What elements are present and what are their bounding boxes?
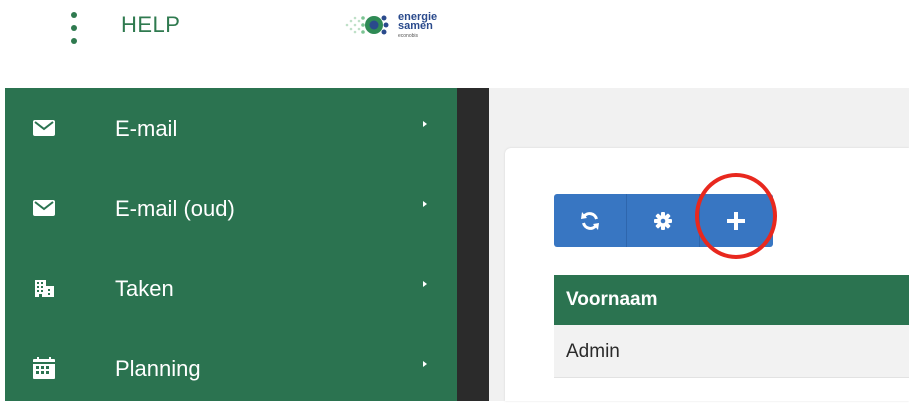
column-header-voornaam[interactable]: Voornaam <box>566 289 658 311</box>
envelope-icon <box>33 200 55 216</box>
chevron-right-icon <box>423 121 427 127</box>
logo-text-line3: econobis <box>398 33 419 39</box>
help-link[interactable]: HELP <box>121 12 180 38</box>
table-header: Voornaam <box>554 275 909 325</box>
top-bar: HELP energie samen econobis <box>0 0 909 88</box>
gear-icon <box>654 212 672 230</box>
sidebar-item-label: Planning <box>115 356 201 381</box>
envelope-icon <box>33 120 55 136</box>
sidebar-item-email[interactable]: E-mail <box>5 88 457 168</box>
calendar-icon <box>33 357 55 379</box>
chevron-right-icon <box>423 361 427 367</box>
table-cell: Admin <box>566 341 620 362</box>
chevron-right-icon <box>423 281 427 287</box>
sidebar-divider <box>457 88 489 401</box>
logo-mark-icon <box>345 15 389 35</box>
highlight-circle <box>695 173 777 259</box>
sidebar-item-label: Taken <box>115 276 174 301</box>
company-logo: energie samen econobis <box>344 8 454 42</box>
table-row[interactable]: Admin <box>554 325 909 378</box>
refresh-icon <box>581 212 599 230</box>
building-icon <box>35 280 54 297</box>
settings-button[interactable] <box>627 194 699 247</box>
sidebar-item-email-oud[interactable]: E-mail (oud) <box>5 168 457 248</box>
chevron-right-icon <box>423 201 427 207</box>
logo-text-line2: samen <box>398 20 433 32</box>
sidebar-item-planning[interactable]: Planning <box>5 328 457 408</box>
sidebar-item-label: E-mail <box>115 116 178 141</box>
sidebar-item-label: E-mail (oud) <box>115 196 235 221</box>
sidebar-item-taken[interactable]: Taken <box>5 248 457 328</box>
refresh-button[interactable] <box>554 194 626 247</box>
kebab-menu-icon[interactable] <box>68 10 80 48</box>
sidebar: E-mail E-mail (oud) Taken Planning <box>5 88 457 401</box>
